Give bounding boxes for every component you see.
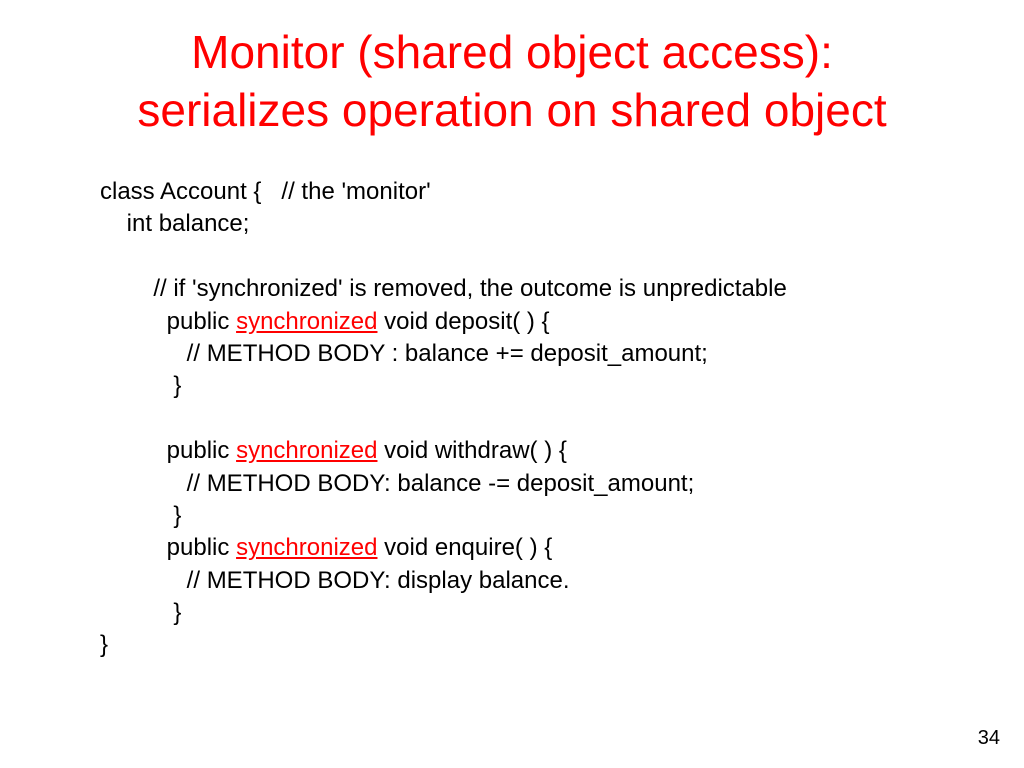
- code-line-9a: public: [100, 437, 236, 464]
- synchronized-keyword-1: synchronized: [236, 308, 377, 335]
- code-line-12a: public: [100, 534, 236, 561]
- synchronized-keyword-2: synchronized: [236, 437, 377, 464]
- code-line-15: }: [100, 631, 108, 658]
- title-line1: Monitor (shared object access):: [191, 26, 833, 78]
- code-line-2: int balance;: [100, 210, 249, 237]
- code-line-1: class Account { // the 'monitor': [100, 178, 431, 205]
- code-line-5b: void deposit( ) {: [377, 308, 549, 335]
- page-number: 34: [978, 727, 1000, 750]
- code-line-12b: void enquire( ) {: [377, 534, 552, 561]
- code-line-4: // if 'synchronized' is removed, the out…: [100, 275, 787, 302]
- code-line-13: // METHOD BODY: display balance.: [100, 567, 570, 594]
- synchronized-keyword-3: synchronized: [236, 534, 377, 561]
- code-line-6: // METHOD BODY : balance += deposit_amou…: [100, 340, 708, 367]
- code-line-5a: public: [100, 308, 236, 335]
- code-line-9b: void withdraw( ) {: [377, 437, 566, 464]
- code-line-7: }: [100, 372, 181, 399]
- code-line-11: }: [100, 502, 181, 529]
- code-block: class Account { // the 'monitor' int bal…: [100, 176, 787, 662]
- code-line-10: // METHOD BODY: balance -= deposit_amoun…: [100, 470, 694, 497]
- title-line2: serializes operation on shared object: [137, 84, 886, 136]
- slide-title: Monitor (shared object access): serializ…: [0, 0, 1024, 139]
- code-line-14: }: [100, 599, 181, 626]
